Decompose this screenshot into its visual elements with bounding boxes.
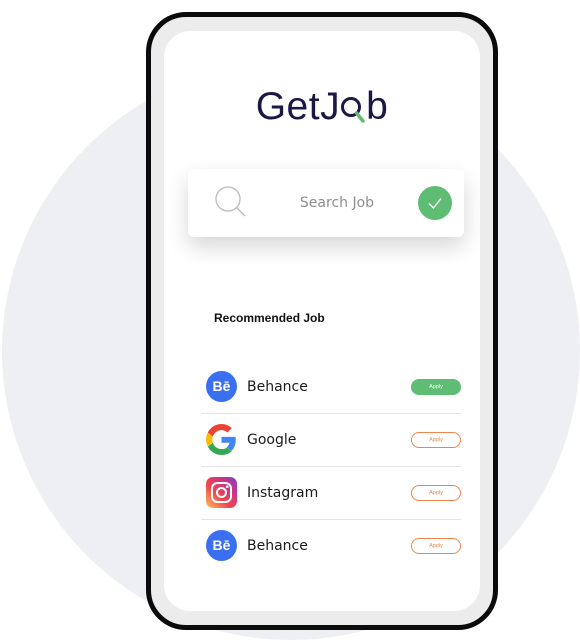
magnifier-o-icon xyxy=(340,89,366,123)
logo-text-start: GetJ xyxy=(255,85,341,128)
job-row: Instagram Apply xyxy=(201,466,461,519)
phone-frame: GetJ b Recommended Job Bē Behance Apply xyxy=(146,12,498,630)
logo-text-end: b xyxy=(366,85,389,128)
google-icon xyxy=(206,424,237,455)
job-row: Bē Behance Apply xyxy=(201,519,461,572)
phone-screen: GetJ b Recommended Job Bē Behance Apply xyxy=(164,31,480,611)
app-logo: GetJ b xyxy=(164,83,480,131)
company-name: Behance xyxy=(247,538,308,554)
apply-button[interactable]: Apply xyxy=(411,379,461,395)
company-name: Instagram xyxy=(247,485,319,501)
recommended-job-heading: Recommended Job xyxy=(214,311,325,325)
instagram-icon xyxy=(206,477,237,508)
search-bar xyxy=(188,169,464,237)
search-submit-button[interactable] xyxy=(418,186,452,220)
job-row: Bē Behance Apply xyxy=(201,361,461,413)
behance-icon: Bē xyxy=(206,371,237,402)
apply-button[interactable]: Apply xyxy=(411,432,461,448)
apply-button[interactable]: Apply xyxy=(411,538,461,554)
search-icon xyxy=(214,185,248,219)
behance-icon: Bē xyxy=(206,530,237,561)
check-icon xyxy=(428,198,442,210)
search-input[interactable] xyxy=(280,191,394,215)
job-row: Google Apply xyxy=(201,413,461,466)
company-name: Google xyxy=(247,432,297,448)
job-list: Bē Behance Apply Google Apply Instagram … xyxy=(201,361,461,572)
apply-button[interactable]: Apply xyxy=(411,485,461,501)
company-name: Behance xyxy=(247,379,308,395)
